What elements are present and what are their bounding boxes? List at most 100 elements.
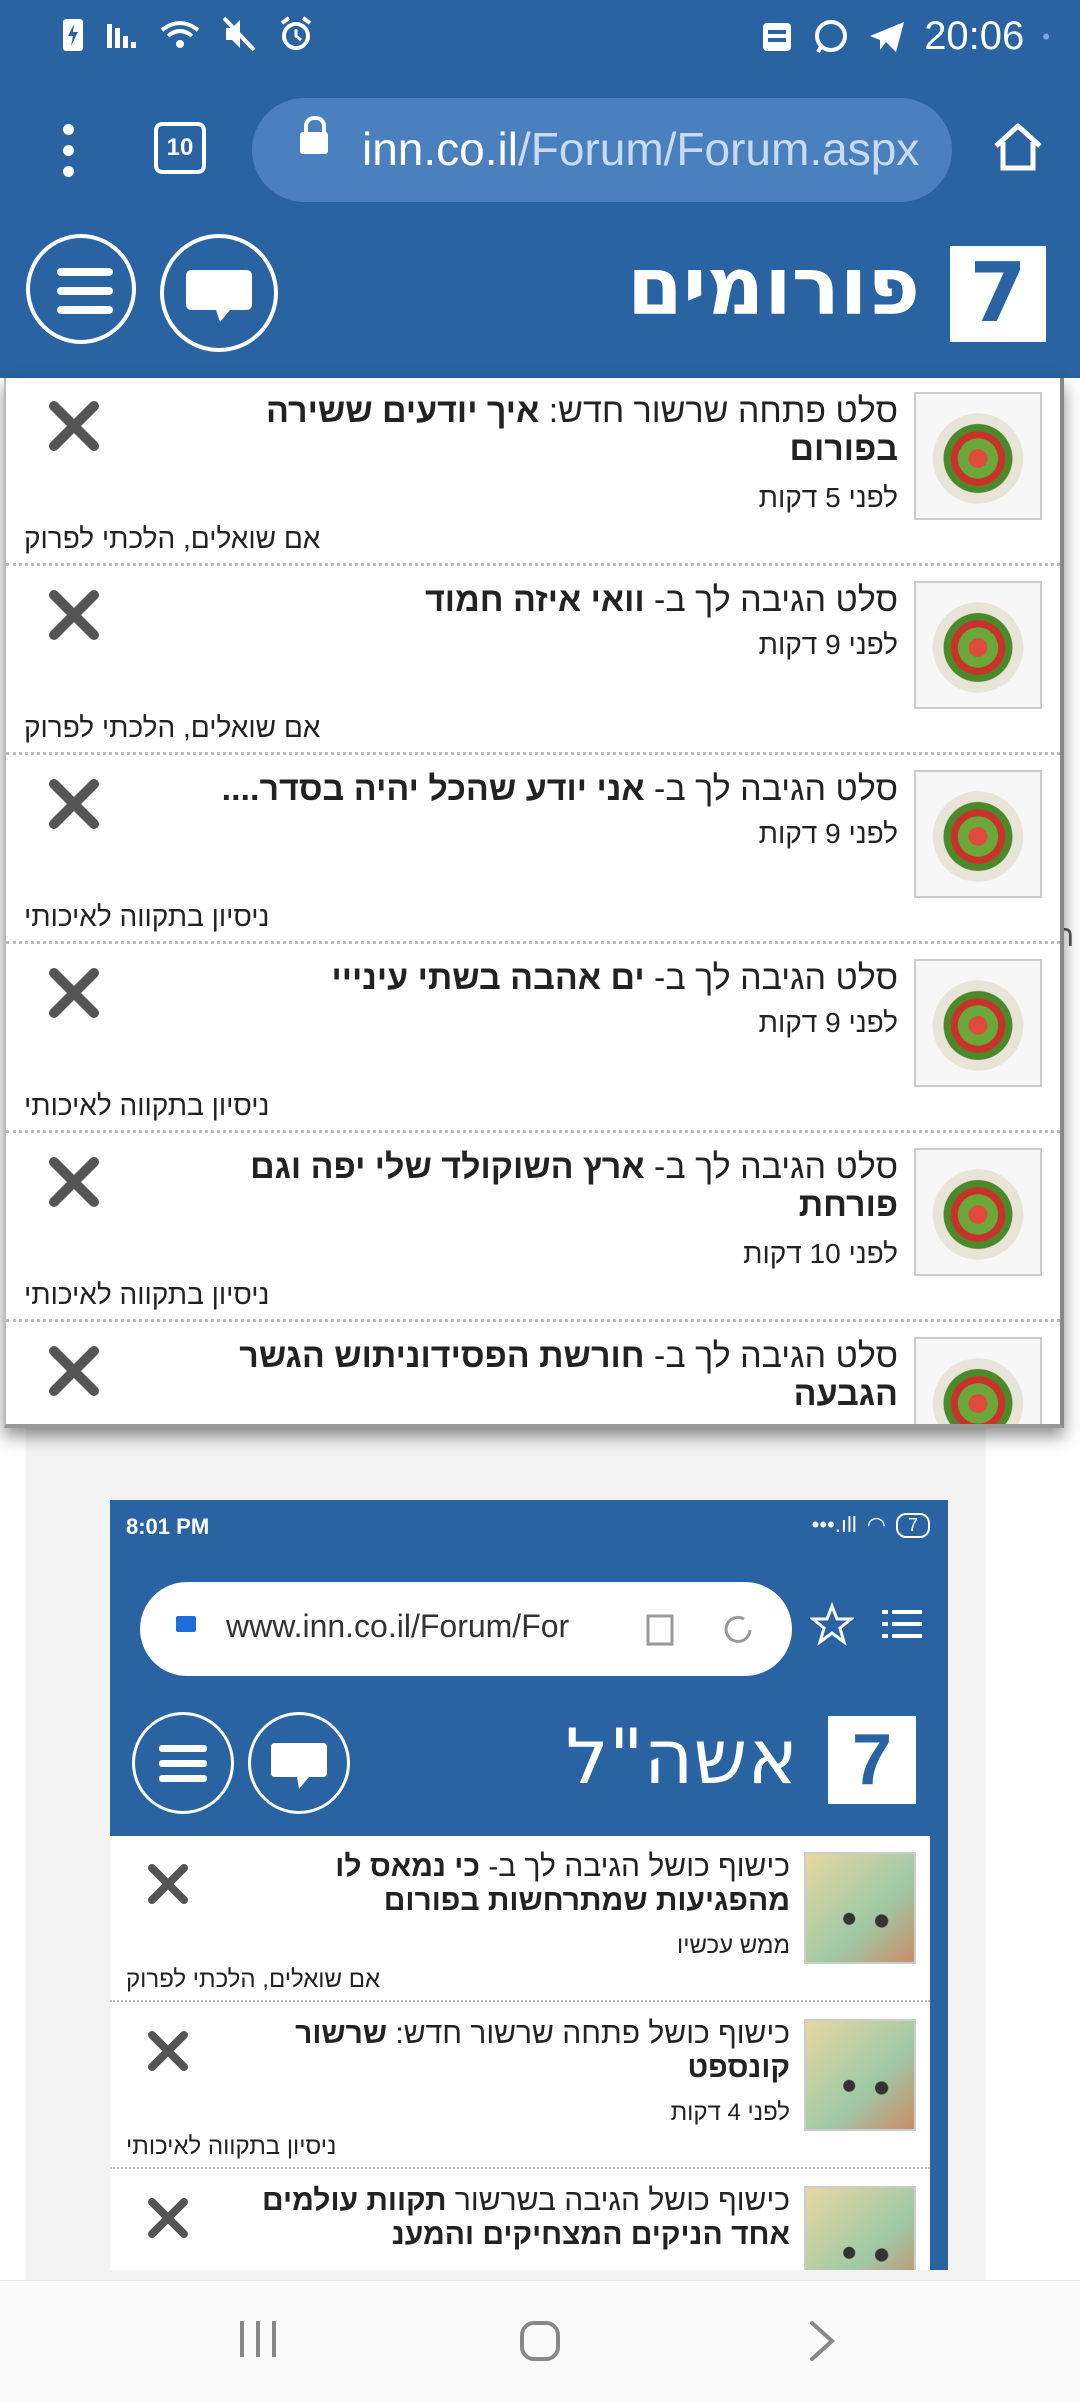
status-dot: • [1042,23,1050,49]
embedded-screenshot[interactable]: 8:01 PM •••.ıll ◠ 7 www.inn.co.il/Forum/… [110,1500,948,2270]
avatar [914,1148,1042,1276]
notification-icon [763,22,792,51]
notification-text[interactable]: סלט פתחה שרשור חדש: איך יודעים ששירה בפו… [178,392,898,468]
avatar [914,770,1042,898]
embedded-notification-forum: אם שואלים, הלכתי לפרוק [126,1966,381,1993]
embedded-notification-forum: ניסיון בתקווה לאיכותי [126,2133,337,2160]
embedded-notification-text[interactable]: כישוף כושל הגיבה לך ב- כי נמאס לו מהפגיע… [230,1850,790,1918]
avatar [914,1337,1042,1424]
chat-bubble-icon [186,270,252,322]
status-bar: 20:06 • [0,0,1080,80]
embedded-notification-item[interactable]: כישוף כושל פתחה שרשור חדש: שרשור קונספט … [110,2003,930,2169]
back-icon[interactable] [800,2317,844,2365]
embedded-signal-icon: •••.ıll [811,1512,857,1537]
notification-forum: אם שואלים, הלכתי לפרוק [24,523,321,554]
embedded-battery: 7 [895,1512,930,1538]
battery-charging-icon [63,19,83,51]
notification-time: לפני 9 דקות [758,818,898,849]
embedded-avatar [804,2186,916,2270]
notification-text[interactable]: סלט הגיבה לך ב- ארץ השוקולד שלי יפה וגם … [178,1148,898,1224]
avatar [914,959,1042,1087]
wifi-icon [160,21,199,48]
recent-apps-icon[interactable] [236,2317,280,2361]
hamburger-icon [57,268,113,276]
embedded-menu-button[interactable] [132,1712,234,1814]
embedded-notification-text[interactable]: כישוף כושל הגיבה בשרשור תקוות עולמים אחד… [230,2184,790,2252]
embedded-status-right: •••.ıll ◠ 7 [812,1512,930,1538]
embedded-site-logo[interactable]: 7 [828,1716,916,1804]
embedded-notification-text[interactable]: כישוף כושל פתחה שרשור חדש: שרשור קונספט [230,2017,790,2085]
reload-icon[interactable] [718,1610,758,1650]
notification-time: לפני 10 דקות [743,1238,898,1269]
dismiss-icon[interactable] [44,774,104,834]
avatar [914,392,1042,520]
embedded-avatar [804,1852,916,1964]
avatar [914,581,1042,709]
dismiss-icon[interactable] [44,1152,104,1212]
browser-toolbar: 10 inn.co.il/Forum/Forum.aspx [0,80,1080,220]
notification-time: לפני 9 דקות [758,1007,898,1038]
notification-item[interactable]: סלט הגיבה לך ב- אני יודע שהכל יהיה בסדר.… [6,756,1060,944]
alarm-icon [281,16,312,50]
status-left-icons [60,14,315,63]
home-nav-icon[interactable] [516,2317,564,2365]
notification-item[interactable]: סלט פתחה שרשור חדש: איך יודעים ששירה בפו… [6,378,1060,566]
site-header: פורומים 7 [0,220,1080,378]
telegram-icon [870,21,905,52]
notification-forum: ניסיון בתקווה לאיכותי [24,1090,270,1121]
dismiss-icon[interactable] [44,396,104,456]
embedded-notification-item[interactable]: כישוף כושל הגיבה לך ב- כי נמאס לו מהפגיע… [110,1836,930,2002]
dismiss-icon[interactable] [44,1341,104,1401]
signal-icon [106,24,136,48]
embedded-star-icon[interactable] [810,1602,854,1646]
address-bar[interactable]: inn.co.il/Forum/Forum.aspx [252,98,952,202]
embedded-site-title: אשה"ל [565,1712,798,1801]
browser-menu-icon[interactable] [60,124,76,180]
messages-button[interactable] [160,234,278,352]
status-time: 20:06 [924,14,1025,58]
embedded-lock-icon [176,1616,196,1632]
embedded-dismiss-icon[interactable] [144,2027,192,2075]
notification-text[interactable]: סלט הגיבה לך ב- חורשת הפסידוניתוש הגשר ה… [178,1337,898,1413]
embedded-dismiss-icon[interactable] [144,1860,192,1908]
site-title: פורומים [627,240,920,333]
url-host: inn.co.il [362,123,518,175]
reader-icon[interactable] [640,1610,680,1650]
dismiss-icon[interactable] [44,963,104,1023]
embedded-dismiss-icon[interactable] [144,2194,192,2242]
url-text[interactable]: inn.co.il/Forum/Forum.aspx [362,122,919,176]
embedded-wifi-icon: ◠ [866,1512,886,1537]
embedded-notification-item[interactable]: כישוף כושל הגיבה בשרשור תקוות עולמים אחד… [110,2170,930,2270]
home-icon[interactable] [990,120,1046,174]
embedded-status-time: 8:01 PM [126,1514,210,1539]
notification-time: לפני 9 דקות [758,629,898,660]
notification-time: לפני 5 דקות [758,482,898,513]
notification-item[interactable]: סלט הגיבה לך ב- ארץ השוקולד שלי יפה וגם … [6,1134,1060,1322]
notification-item[interactable]: סלט הגיבה לך ב- וואי איזה חמוד לפני 9 דק… [6,567,1060,755]
embedded-avatar [804,2019,916,2131]
embedded-site-header: אשה"ל 7 [110,1692,948,1832]
notification-text[interactable]: סלט הגיבה לך ב- וואי איזה חמוד [178,581,898,619]
url-path: /Forum/Forum.aspx [517,123,920,175]
embedded-notifications: כישוף כושל הגיבה לך ב- כי נמאס לו מהפגיע… [110,1836,930,2270]
notifications-panel: סלט פתחה שרשור חדש: איך יודעים ששירה בפו… [4,378,1064,1428]
embedded-list-icon[interactable] [880,1604,924,1644]
site-logo[interactable]: 7 [950,246,1046,342]
notification-text[interactable]: סלט הגיבה לך ב- ים אהבה בשתי עינייי [178,959,898,997]
whatsapp-icon [815,19,848,53]
mute-icon [222,16,256,52]
tabs-count-button[interactable]: 10 [154,122,206,174]
embedded-notification-time: לפני 4 דקות [670,2099,790,2126]
embedded-messages-button[interactable] [248,1712,350,1814]
embedded-url: www.inn.co.il/Forum/For [226,1608,570,1644]
embedded-hamburger-icon [159,1745,207,1782]
embedded-address-bar[interactable]: www.inn.co.il/Forum/For [140,1582,792,1676]
embedded-notification-time: ממש עכשיו [676,1932,790,1959]
menu-button[interactable] [26,234,136,344]
notification-item[interactable]: סלט הגיבה לך ב- ים אהבה בשתי עינייי לפני… [6,945,1060,1133]
notification-text[interactable]: סלט הגיבה לך ב- אני יודע שהכל יהיה בסדר.… [178,770,898,808]
dismiss-icon[interactable] [44,585,104,645]
notification-item[interactable]: סלט הגיבה לך ב- חורשת הפסידוניתוש הגשר ה… [6,1323,1060,1424]
system-nav-bar [0,2280,1080,2401]
embedded-chat-icon [271,1743,327,1789]
